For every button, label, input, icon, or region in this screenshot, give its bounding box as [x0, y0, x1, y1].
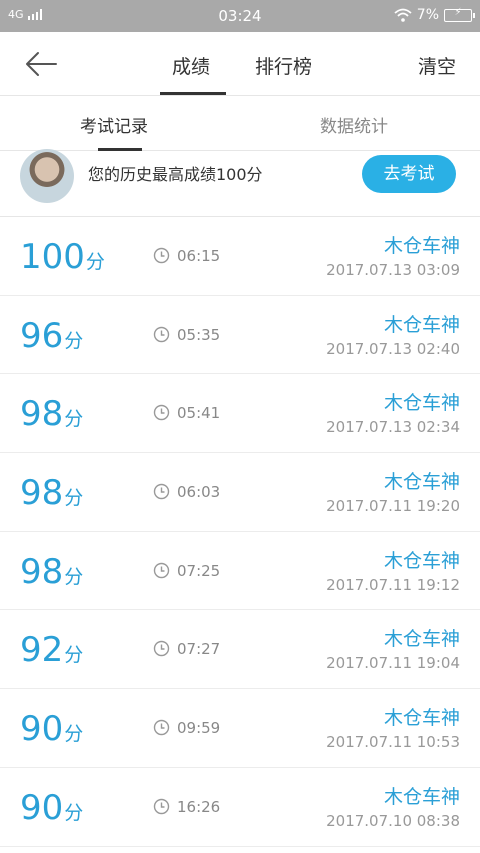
exam-duration: 16:26	[177, 797, 221, 816]
exam-datetime: 2017.07.11 19:20	[326, 497, 460, 516]
score-value: 98分	[20, 552, 83, 592]
list-item[interactable]: 98分 06:03 木仓车神 2017.07.11 19:20	[0, 453, 480, 532]
list-item[interactable]: 98分 05:41 木仓车神 2017.07.13 02:34	[0, 374, 480, 454]
arrow-left-icon[interactable]	[24, 50, 58, 78]
score-unit: 分	[64, 723, 84, 746]
score-unit: 分	[64, 801, 84, 824]
clock-icon	[153, 483, 170, 500]
list-item[interactable]: 90分 09:59 木仓车神 2017.07.11 10:53	[0, 689, 480, 768]
exam-duration: 07:27	[177, 640, 221, 659]
score-value: 92分	[20, 630, 83, 670]
score-value: 98分	[20, 473, 83, 513]
tab-statistics[interactable]: 数据统计	[320, 112, 388, 137]
wifi-icon	[394, 8, 412, 22]
status-right: 7% ⚡	[394, 7, 475, 23]
score-number: 98	[20, 394, 64, 435]
tab-ranking[interactable]: 排行榜	[255, 52, 312, 79]
list-item[interactable]: 96分 05:35 木仓车神 2017.07.13 02:40	[0, 296, 480, 375]
tab-score[interactable]: 成绩	[172, 52, 210, 79]
exam-datetime: 2017.07.13 02:40	[326, 339, 460, 358]
user-name: 木仓车神	[383, 235, 460, 257]
clock-icon	[153, 326, 170, 342]
score-number: 90	[20, 787, 64, 828]
exam-datetime: 2017.07.11 10:53	[326, 733, 460, 752]
clock-icon	[153, 641, 170, 657]
user-name: 木仓车神	[383, 707, 460, 730]
exam-datetime: 2017.07.10 08:38	[326, 811, 460, 830]
clock-icon	[153, 405, 170, 421]
user-name: 木仓车神	[383, 549, 460, 572]
score-value: 90分	[20, 709, 83, 749]
score-number: 92	[20, 630, 64, 671]
exam-duration: 06:03	[177, 483, 221, 502]
user-name: 木仓车神	[383, 313, 460, 336]
best-score-text: 您的历史最高成绩100分	[88, 165, 263, 184]
tab-exam-records[interactable]: 考试记录	[80, 112, 148, 137]
best-score-row: 您的历史最高成绩100分 去考试	[0, 149, 480, 217]
avatar	[20, 149, 74, 203]
score-unit: 分	[64, 565, 84, 588]
score-number: 100	[20, 237, 85, 277]
exam-duration: 05:41	[177, 404, 221, 423]
exam-datetime: 2017.07.13 02:34	[326, 418, 460, 437]
list-item[interactable]: 90分 16:26 木仓车神 2017.07.10 08:38	[0, 768, 480, 847]
list-item[interactable]: 100分 06:15 木仓车神 2017.07.13 03:09	[0, 217, 480, 296]
exam-datetime: 2017.07.11 19:12	[326, 575, 460, 594]
score-unit: 分	[64, 487, 84, 510]
score-value: 96分	[20, 316, 83, 356]
score-value: 90分	[20, 788, 83, 828]
header: 成绩 排行榜 清空	[0, 32, 480, 96]
subtabs: 考试记录 数据统计	[0, 96, 480, 151]
clock-icon	[153, 798, 170, 815]
score-unit: 分	[64, 644, 84, 667]
list-item[interactable]: 98分 07:25 木仓车神 2017.07.11 19:12	[0, 532, 480, 611]
exam-duration: 07:25	[177, 561, 221, 580]
exam-duration: 06:15	[177, 247, 221, 265]
status-bar: 4G 03:24 7% ⚡	[0, 0, 480, 32]
exam-datetime: 2017.07.11 19:04	[326, 654, 460, 673]
score-number: 90	[20, 709, 64, 750]
score-unit: 分	[64, 408, 84, 431]
clock-icon	[153, 562, 170, 578]
user-name: 木仓车神	[383, 392, 460, 415]
take-exam-button[interactable]: 去考试	[362, 155, 456, 193]
exam-duration: 05:35	[177, 325, 221, 344]
score-number: 98	[20, 473, 64, 514]
exam-duration: 09:59	[177, 719, 221, 738]
score-value: 100分	[20, 237, 105, 277]
score-unit: 分	[64, 329, 84, 352]
score-unit: 分	[85, 251, 105, 273]
score-value: 98分	[20, 394, 83, 434]
battery-percent: 7%	[416, 7, 439, 23]
exam-datetime: 2017.07.13 03:09	[326, 261, 460, 279]
tab-active-indicator	[160, 92, 226, 95]
user-name: 木仓车神	[383, 785, 460, 808]
clock-icon	[153, 719, 170, 736]
battery-icon: ⚡	[444, 7, 475, 22]
records-list: 100分 06:15 木仓车神 2017.07.13 03:09 96分 05:35 木仓车…	[0, 217, 480, 847]
user-name: 木仓车神	[383, 628, 460, 651]
score-number: 96	[20, 315, 64, 356]
score-number: 98	[20, 551, 64, 592]
clear-button[interactable]: 清空	[418, 52, 456, 79]
clock-icon	[153, 247, 170, 264]
user-name: 木仓车神	[383, 471, 460, 494]
list-item[interactable]: 92分 07:27 木仓车神 2017.07.11 19:04	[0, 610, 480, 690]
